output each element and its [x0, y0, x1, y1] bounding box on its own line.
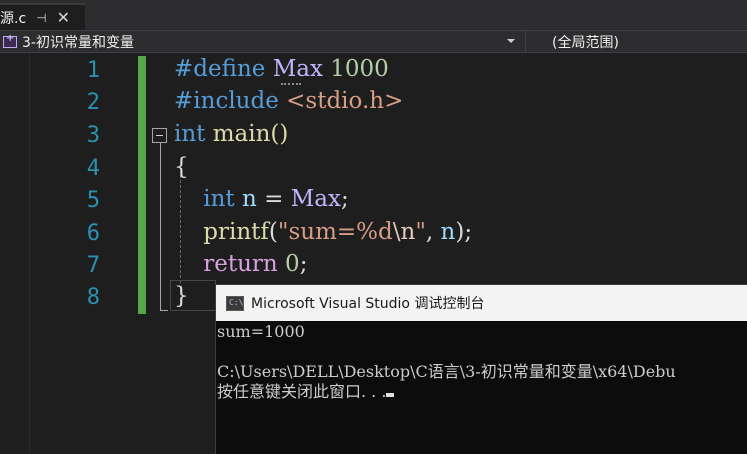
console-title: Microsoft Visual Studio 调试控制台 [251, 296, 485, 312]
escape-sequence: \n [392, 219, 416, 245]
line-number: 3 [86, 123, 100, 148]
navigation-bar: + 3-初识常量和变量 (全局范围) [0, 30, 747, 53]
code-line-3[interactable]: int main() [174, 121, 288, 147]
console-line-prompt: 按任意键关闭此窗口. . . [217, 382, 747, 402]
console-line: sum=1000 [217, 322, 305, 341]
line-number: 6 [86, 221, 100, 246]
semicolon: ; [340, 186, 349, 212]
line-number: 7 [86, 253, 100, 278]
code-line-2[interactable]: #include <stdio.h> [174, 88, 403, 114]
code-line-5[interactable]: int n = Max; [174, 186, 349, 212]
tab-strip: 源.c ⊣ ✕ [0, 0, 747, 30]
directive-keyword: #include [174, 88, 287, 114]
pin-icon[interactable]: ⊣ [36, 11, 46, 25]
close-icon[interactable]: ✕ [57, 8, 70, 27]
debug-console-window[interactable]: C:\ Microsoft Visual Studio 调试控制台 sum=10… [215, 284, 747, 454]
fold-region-end [160, 310, 168, 311]
code-line-8[interactable]: } [174, 283, 189, 309]
macro-suggestion-underline [281, 83, 301, 85]
close-brace: } [174, 283, 189, 309]
fold-region-line [160, 143, 161, 311]
include-header: <stdio.h> [286, 88, 404, 114]
open-brace: { [174, 154, 189, 180]
scope-dropdown[interactable]: (全局范围) [525, 31, 747, 52]
console-line: C:\Users\DELL\Desktop\C语言\3-初识常量和变量\x64\… [217, 362, 676, 381]
function-signature: main() [205, 121, 289, 147]
return-keyword: return [203, 251, 278, 277]
project-dropdown[interactable]: + 3-初识常量和变量 [0, 31, 524, 52]
string-literal: "sum=%d [277, 219, 393, 245]
scope-label: (全局范围) [552, 34, 619, 51]
console-prompt-text: 按任意键关闭此窗口. . . [217, 382, 387, 401]
variable-name: n [234, 186, 257, 212]
macro-name: Max [272, 56, 323, 82]
line-number: 4 [86, 156, 100, 181]
indicator-margin [0, 53, 30, 454]
line-number: 2 [86, 90, 100, 115]
project-name: 3-初识常量和变量 [22, 34, 134, 51]
code-line-6[interactable]: printf("sum=%d\n", n); [174, 219, 472, 245]
code-line-1[interactable]: #define Max 1000 [174, 56, 389, 82]
console-app-icon: C:\ [226, 295, 244, 311]
code-line-7[interactable]: return 0; [174, 251, 307, 277]
tab-title: 源.c [0, 10, 27, 27]
close-paren: ); [455, 219, 473, 245]
type-keyword: int [174, 121, 206, 147]
line-number: 1 [86, 58, 100, 83]
project-icon: + [3, 33, 19, 49]
operator: = [256, 186, 291, 212]
collapse-icon[interactable] [152, 128, 167, 143]
function-name: printf [203, 219, 269, 245]
type-keyword: int [203, 186, 235, 212]
semicolon: ; [299, 251, 308, 277]
macro-value: 1000 [322, 56, 389, 82]
open-paren: ( [268, 219, 278, 245]
comma: , [425, 219, 441, 245]
change-tracking-bar [138, 56, 146, 314]
line-number: 5 [86, 188, 100, 213]
text-cursor [386, 393, 395, 397]
console-icon-label: C:\ [229, 297, 244, 307]
console-output[interactable]: sum=1000 C:\Users\DELL\Desktop\C语言\3-初识常… [217, 322, 747, 402]
return-value: 0 [277, 251, 300, 277]
string-literal-end: " [415, 219, 426, 245]
argument: n [440, 219, 456, 245]
code-line-4[interactable]: { [174, 154, 189, 180]
line-number: 8 [86, 285, 100, 310]
macro-reference: Max [290, 186, 341, 212]
tab-source-file[interactable]: 源.c ⊣ ✕ [0, 3, 85, 30]
console-titlebar[interactable]: C:\ Microsoft Visual Studio 调试控制台 [216, 285, 747, 321]
chevron-down-icon[interactable] [507, 39, 515, 43]
directive-keyword: #define [174, 56, 273, 82]
